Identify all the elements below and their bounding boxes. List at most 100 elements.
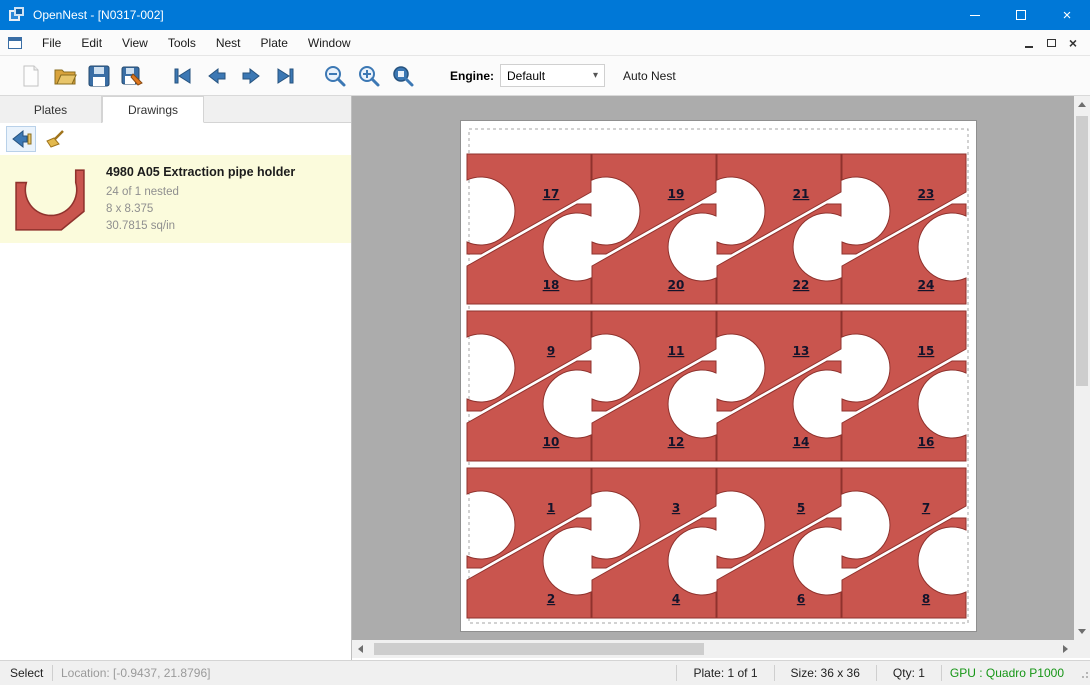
tab-plates[interactable]: Plates xyxy=(0,96,102,123)
menu-tools[interactable]: Tools xyxy=(158,30,206,56)
zoom-fit-button[interactable] xyxy=(386,60,420,92)
return-part-button[interactable] xyxy=(6,126,36,152)
menu-nest[interactable]: Nest xyxy=(206,30,251,56)
status-plate: Plate: 1 of 1 xyxy=(685,666,765,680)
part-number: 2 xyxy=(547,592,555,606)
next-plate-button[interactable] xyxy=(234,60,268,92)
part-pair[interactable]: 1718 xyxy=(467,154,591,304)
part-pair[interactable]: 21 22 xyxy=(717,154,841,304)
plate-sheet[interactable]: 171819202122232491011121314151612345678 xyxy=(460,120,977,632)
last-plate-button[interactable] xyxy=(268,60,302,92)
part-pair[interactable]: 1516 xyxy=(842,311,966,461)
part-pair[interactable]: 78 xyxy=(842,468,966,618)
last-arrow-icon xyxy=(274,66,296,86)
drawing-list-item[interactable]: 4980 A05 Extraction pipe holder 24 of 1 … xyxy=(0,155,351,243)
part-number: 8 xyxy=(922,592,930,606)
scroll-right-icon[interactable] xyxy=(1063,645,1068,653)
scrollbar-corner xyxy=(1074,640,1090,658)
part-pair[interactable]: 12 xyxy=(467,468,591,618)
previous-plate-button[interactable] xyxy=(200,60,234,92)
nest-canvas[interactable]: 171819202122232491011121314151612345678 xyxy=(352,96,1074,640)
zoom-in-button[interactable] xyxy=(352,60,386,92)
part-number: 6 xyxy=(797,592,805,606)
menu-view[interactable]: View xyxy=(112,30,158,56)
vertical-scroll-thumb[interactable] xyxy=(1076,116,1088,386)
new-button[interactable] xyxy=(14,60,48,92)
part-number: 16 xyxy=(918,435,935,449)
part-number: 7 xyxy=(922,501,930,515)
save-floppy-icon xyxy=(88,65,110,87)
new-document-icon xyxy=(20,64,42,88)
part-number: 22 xyxy=(793,278,810,292)
part-number: 10 xyxy=(543,435,560,449)
menu-plate[interactable]: Plate xyxy=(251,30,298,56)
plate-drawing: 171819202122232491011121314151612345678 xyxy=(461,121,976,631)
drawing-title: 4980 A05 Extraction pipe holder xyxy=(106,165,295,179)
part-number: 14 xyxy=(793,435,810,449)
part-number: 23 xyxy=(918,187,935,201)
scroll-down-icon[interactable] xyxy=(1078,629,1086,634)
part-thumbnail xyxy=(8,161,92,237)
part-pair[interactable]: 23 24 xyxy=(842,154,966,304)
scroll-up-icon[interactable] xyxy=(1078,102,1086,107)
part-number: 15 xyxy=(918,344,935,358)
close-button[interactable]: × xyxy=(1044,0,1090,30)
part-number: 20 xyxy=(668,278,685,292)
save-as-button[interactable] xyxy=(116,60,150,92)
part-number: 1 xyxy=(547,501,555,515)
save-as-icon xyxy=(121,64,145,88)
clear-button[interactable] xyxy=(40,126,70,152)
menu-edit[interactable]: Edit xyxy=(71,30,112,56)
status-divider xyxy=(774,665,775,681)
part-pair[interactable]: 1112 xyxy=(592,311,716,461)
child-restore-button[interactable] xyxy=(1040,33,1062,53)
part-pair[interactable]: 34 xyxy=(592,468,716,618)
maximize-button[interactable] xyxy=(998,0,1044,30)
open-button[interactable] xyxy=(48,60,82,92)
part-pair[interactable]: 13 14 xyxy=(717,311,841,461)
tab-drawings[interactable]: Drawings xyxy=(102,96,204,123)
previous-arrow-icon xyxy=(206,66,228,86)
part-number: 4 xyxy=(672,592,680,606)
status-mode: Select xyxy=(0,666,44,680)
part-shape xyxy=(16,170,84,230)
part-number: 5 xyxy=(797,501,805,515)
scroll-left-icon[interactable] xyxy=(358,645,363,653)
horizontal-scrollbar[interactable] xyxy=(352,640,1074,658)
save-button[interactable] xyxy=(82,60,116,92)
app-icon xyxy=(9,7,25,23)
parts-layer: 171819202122232491011121314151612345678 xyxy=(467,154,966,618)
side-panel: Plates Drawings 4980 A05 Extraction pipe… xyxy=(0,96,352,660)
menu-file[interactable]: File xyxy=(32,30,71,56)
drawing-nested-count: 24 of 1 nested xyxy=(106,184,295,201)
part-number: 11 xyxy=(668,344,685,358)
part-number: 21 xyxy=(793,187,810,201)
panel-toolbar xyxy=(0,123,351,155)
auto-nest-button[interactable]: Auto Nest xyxy=(623,69,676,83)
part-number: 17 xyxy=(543,187,560,201)
minimize-button[interactable] xyxy=(952,0,998,30)
part-pair[interactable]: 1920 xyxy=(592,154,716,304)
zoom-out-button[interactable] xyxy=(318,60,352,92)
resize-grip[interactable] xyxy=(1078,668,1088,678)
first-plate-button[interactable] xyxy=(166,60,200,92)
part-pair[interactable]: 910 xyxy=(467,311,591,461)
document-window-icon xyxy=(8,37,22,49)
tab-strip: Plates Drawings xyxy=(0,96,351,123)
status-qty: Qty: 1 xyxy=(885,666,933,680)
open-folder-icon xyxy=(53,65,77,87)
part-number: 24 xyxy=(918,278,935,292)
engine-select[interactable]: Default ▾ xyxy=(500,64,605,87)
horizontal-scroll-thumb[interactable] xyxy=(374,643,704,655)
broom-icon xyxy=(44,128,66,150)
part-pair[interactable]: 56 xyxy=(717,468,841,618)
zoom-fit-icon xyxy=(391,64,415,88)
menu-window[interactable]: Window xyxy=(298,30,361,56)
vertical-scrollbar[interactable] xyxy=(1074,96,1090,640)
status-divider xyxy=(876,665,877,681)
child-minimize-button[interactable] xyxy=(1018,33,1040,53)
child-close-button[interactable]: × xyxy=(1062,33,1084,53)
part-number: 13 xyxy=(793,344,810,358)
drawing-area: 30.7815 sq/in xyxy=(106,218,295,235)
child-minimize-icon xyxy=(1025,46,1033,48)
